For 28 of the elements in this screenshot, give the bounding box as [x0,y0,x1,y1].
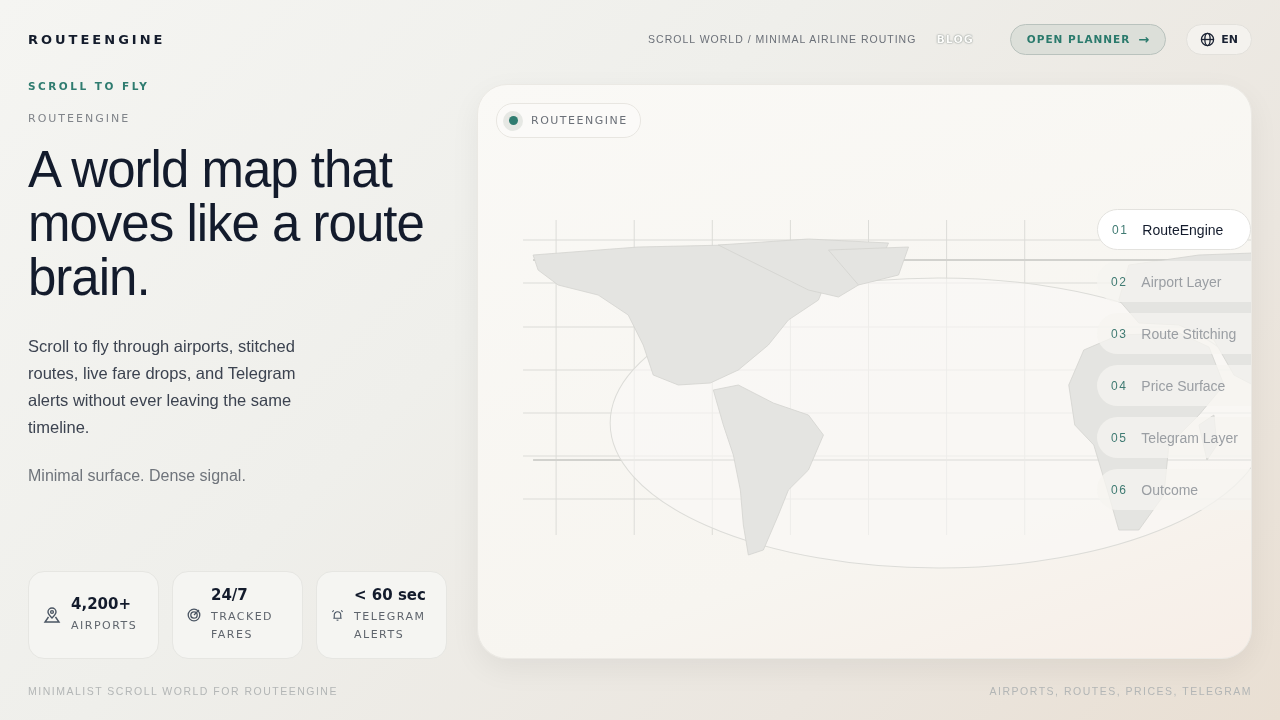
language-button[interactable]: EN [1186,23,1252,55]
stat-label: AIRPORTS [71,618,139,634]
step-item[interactable]: 05 Telegram Layer [1097,417,1251,458]
stat-value: 24/7 [211,586,249,604]
status-dot-icon [503,110,523,131]
step-item[interactable]: 02 Airport Layer [1097,261,1251,302]
map-pin-icon [43,606,61,624]
brand-logo[interactable]: ROUTEENGINE [28,31,166,47]
eyebrow-label: SCROLL TO FLY [28,80,151,92]
hero-note: Minimal surface. Dense signal. [28,467,247,485]
hero-description: Scroll to fly through airports, stitched routes, live fare drops, and Telegram alerts without ever leaving the same timeline. [28,336,297,438]
kicker-label: ROUTEENGINE [28,112,132,125]
stat-label: TELEGRAM ALERTS [354,609,427,643]
stat-label: TRACKED FARES [211,609,275,643]
step-item[interactable]: 03 Route Stitching [1097,313,1251,354]
stat-value: < 60 sec [354,586,427,604]
step-item[interactable]: 01 RouteEngine [1097,209,1251,250]
open-planner-button[interactable]: OPEN PLANNER → [1009,23,1167,55]
footer-text: MINIMALIST SCROLL WORLD FOR ROUTEENGINE [28,685,338,697]
badge-label: ROUTEENGINE [531,114,628,127]
nav-tagline: SCROLL WORLD / MINIMAL AIRLINE ROUTING [648,33,917,45]
step-item[interactable]: 04 Price Surface [1097,365,1251,406]
blog-link[interactable]: BLOG [936,32,974,46]
bell-icon [331,608,344,622]
stat-value: 4,200+ [71,595,132,613]
hero-title: A world map that moves like a route brain. [28,143,425,305]
globe-icon [1200,31,1216,47]
radar-icon [187,608,201,622]
